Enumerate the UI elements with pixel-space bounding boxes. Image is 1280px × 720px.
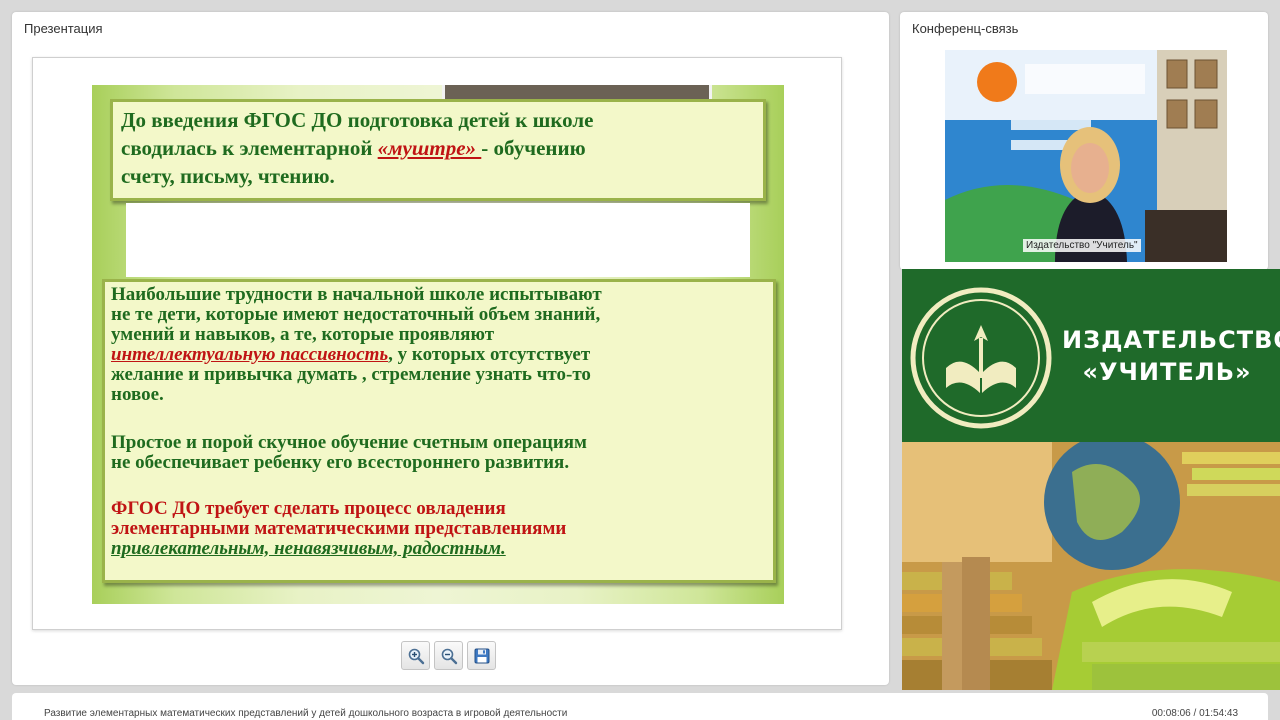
slide-text-line: элементарными математическими представле… xyxy=(111,518,567,539)
slide-text-line: не обеспечивает ребенку его всестороннег… xyxy=(111,452,570,473)
banner-green-block: ИЗДАТЕЛЬСТВО «УЧИТЕЛЬ» xyxy=(902,269,1280,442)
publisher-name-line1: ИЗДАТЕЛЬСТВО xyxy=(1062,326,1280,354)
slide-text-line: счету, письму, чтению. xyxy=(121,164,335,188)
slide-text-line: не те дети, которые имеют недостаточный … xyxy=(111,304,601,325)
slide-text-line: До введения ФГОС ДО подготовка детей к ш… xyxy=(121,108,594,132)
slide-emphasis-text: «муштре» xyxy=(377,136,482,160)
slide-emphasis-text: привлекательным, ненавязчивым, радостным… xyxy=(111,538,506,559)
zoom-out-button[interactable] xyxy=(434,641,463,670)
presentation-panel: Презентация До введения ФГОС ДО подготов… xyxy=(12,12,889,685)
presentation-panel-title: Презентация xyxy=(24,21,103,36)
slide-text-span: - обучению xyxy=(481,136,586,160)
video-scene xyxy=(945,50,1227,262)
slide-text-span: сводилась к элементарной xyxy=(121,136,378,160)
slide-text-span: , у которых отсутствует xyxy=(388,344,591,365)
footer-bar: Развитие элементарных математических пре… xyxy=(12,693,1268,720)
zoom-out-icon xyxy=(441,648,457,664)
slide-emphasis-text: интеллектуальную пассивность xyxy=(111,344,389,365)
zoom-in-icon xyxy=(408,648,424,664)
conference-panel-title: Конференц-связь xyxy=(912,21,1019,36)
books-globe-photo xyxy=(902,434,1280,690)
slide-text-line: интеллектуальную пассивность, у которых … xyxy=(111,345,767,365)
slide-text-line: Наибольшие трудности в начальной школе и… xyxy=(111,284,602,305)
conference-panel: Конференц-связь Издательство "Учитель" xyxy=(900,12,1268,270)
webinar-title: Развитие элементарных математических пре… xyxy=(44,708,568,719)
floppy-disk-icon xyxy=(474,648,489,663)
publisher-banner: ИЗДАТЕЛЬСТВО «УЧИТЕЛЬ» xyxy=(902,269,1280,690)
slide-text-line: новое. xyxy=(111,384,164,405)
zoom-in-button[interactable] xyxy=(401,641,430,670)
slide-text-box-main: Наибольшие трудности в начальной школе и… xyxy=(102,279,776,583)
video-feed[interactable]: Издательство "Учитель" xyxy=(945,50,1227,262)
slide-blank-area xyxy=(126,203,750,277)
publisher-logo-icon xyxy=(910,287,1052,429)
slide: До введения ФГОС ДО подготовка детей к ш… xyxy=(92,85,784,604)
slide-viewer: До введения ФГОС ДО подготовка детей к ш… xyxy=(32,57,842,630)
playback-time: 00:08:06 / 01:54:43 xyxy=(1151,708,1238,719)
slide-text-line: желание и привычка думать , стремление у… xyxy=(111,364,591,385)
slide-decorative-bar xyxy=(442,85,712,99)
save-button[interactable] xyxy=(467,641,496,670)
slide-text-line: умений и навыков, а те, которые проявляю… xyxy=(111,324,495,345)
slide-text-line: сводилась к элементарной «муштре» - обуч… xyxy=(121,134,755,162)
publisher-name-line2: «УЧИТЕЛЬ» xyxy=(1082,358,1252,386)
books-globe-illustration xyxy=(902,434,1280,690)
slide-text-box-intro: До введения ФГОС ДО подготовка детей к ш… xyxy=(110,99,766,201)
slide-text-line: ФГОС ДО требует сделать процесс овладени… xyxy=(111,498,506,519)
zoom-toolbar xyxy=(401,641,496,671)
participant-label: Издательство "Учитель" xyxy=(1023,239,1141,252)
slide-text-line: Простое и порой скучное обучение счетным… xyxy=(111,432,587,453)
